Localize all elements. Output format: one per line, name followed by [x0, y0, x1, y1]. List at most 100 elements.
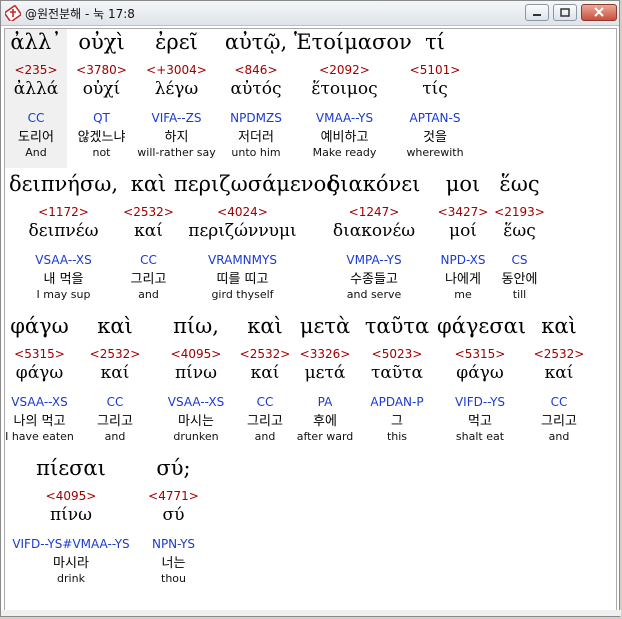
english-gloss: and: [138, 288, 159, 301]
interlinear-word[interactable]: ἐρεῖ <+3004> λέγω VIFA--ZS 하지 will-rather say: [135, 29, 218, 167]
close-button[interactable]: [581, 4, 617, 21]
strong-number: <3427>: [437, 205, 489, 219]
strong-number: <4024>: [217, 205, 268, 219]
english-gloss: and: [104, 430, 126, 443]
parse-code: VSAA--XS: [35, 253, 92, 267]
english-gloss: I have eaten: [5, 430, 74, 443]
lemma: τίς: [422, 79, 448, 99]
greek-word: καὶ: [130, 172, 167, 196]
korean-gloss: 하지: [164, 130, 189, 145]
parse-code: VIFA--ZS: [151, 111, 202, 125]
window-title: @원전분해 - 눅 17:8: [25, 7, 135, 21]
greek-word: δειπνήσω,: [8, 172, 119, 196]
parse-code: VSAA--XS: [167, 395, 225, 409]
lemma: φάγω: [456, 363, 504, 383]
strong-number: <1247>: [348, 205, 400, 219]
lemma: πίνω: [49, 505, 93, 525]
english-gloss: wherewith: [406, 146, 464, 159]
maximize-button[interactable]: [553, 4, 577, 21]
parse-code: NPN-YS: [151, 537, 196, 551]
korean-gloss: 먹고: [468, 414, 492, 429]
app-window: @원전분해 - 눅 17:8 ἀλλ᾽ <235> ἀλλά CC 도리어 And οὐχὶ…: [0, 0, 621, 617]
english-gloss: till: [512, 288, 527, 301]
greek-word: πίω,: [173, 314, 219, 338]
interlinear-word[interactable]: φάγω <5315> φάγω VSAA--XS 나의 먹고 I have eaten: [5, 313, 75, 451]
greek-word: περιζωσάμενος: [174, 172, 338, 196]
lemma: πίνω: [174, 363, 218, 383]
lemma: ἕως: [503, 221, 536, 241]
interlinear-word[interactable]: μετὰ <3326> μετά PA 후에 after ward: [293, 313, 357, 451]
interlinear-word[interactable]: καὶ <2532> καί CC 그리고 and: [237, 313, 293, 451]
minimize-button[interactable]: [525, 4, 549, 21]
maximize-icon: [560, 8, 570, 17]
interlinear-word[interactable]: ἀλλ᾽ <235> ἀλλά CC 도리어 And: [5, 29, 68, 167]
parse-code: CC: [256, 395, 274, 409]
parse-code: NPDMZS: [230, 111, 282, 125]
greek-word: ἀλλ᾽: [10, 30, 62, 54]
interlinear-word[interactable]: οὐχὶ <3780> οὐχί QT 않겠느냐 not: [68, 29, 135, 167]
lemma: δειπνέω: [28, 221, 99, 241]
interlinear-word[interactable]: δειπνήσω, <1172> δειπνέω VSAA--XS 내 먹을 I may …: [5, 171, 123, 309]
lemma: αὐτός: [230, 79, 282, 99]
interlinear-word[interactable]: καὶ <2532> καί CC 그리고 and: [75, 313, 155, 451]
strong-number: <+3004>: [146, 63, 207, 77]
interlinear-word[interactable]: καὶ <2532> καί CC 그리고 and: [523, 313, 595, 451]
greek-word: τί: [425, 30, 445, 54]
interlinear-word[interactable]: σύ; <4771> σύ NPN-YS 너는 thou: [138, 455, 209, 593]
interlinear-word[interactable]: αὐτῷ, <846> αὐτός NPDMZS 저더러 unto him: [218, 29, 294, 167]
korean-gloss: 나의 먹고: [13, 414, 66, 429]
interlinear-word[interactable]: διακόνει <1247> διακονέω VMPA--YS 수종들고 and se…: [311, 171, 437, 309]
korean-gloss: 나에게: [445, 272, 481, 287]
korean-gloss: 후에: [313, 414, 337, 429]
title-bar[interactable]: @원전분해 - 눅 17:8: [1, 1, 619, 26]
greek-word: διακόνει: [327, 172, 421, 196]
greek-word: ταῦτα: [364, 314, 430, 338]
korean-gloss: 너는: [161, 556, 186, 571]
parse-code: PA: [317, 395, 333, 409]
parse-code: QT: [93, 111, 110, 125]
interlinear-pane[interactable]: ἀλλ᾽ <235> ἀλλά CC 도리어 And οὐχὶ <3780> οὐχί QT 않겠느…: [4, 28, 617, 612]
korean-gloss: 그리고: [130, 272, 167, 287]
interlinear-word[interactable]: τί <5101> τίς APTAN-S 것을 wherewith: [395, 29, 475, 167]
lemma: ἀλλά: [13, 79, 59, 99]
greek-word: φάγεσαι: [437, 314, 527, 338]
english-gloss: Make ready: [312, 146, 377, 159]
interlinear-word[interactable]: ταῦτα <5023> ταῦτα APDAN-P 그 this: [357, 313, 437, 451]
lemma: διακονέω: [332, 221, 416, 241]
english-gloss: will-rather say: [137, 146, 216, 159]
english-gloss: after ward: [296, 430, 354, 443]
korean-gloss: 내 먹을: [43, 272, 84, 287]
strong-number: <5101>: [409, 63, 461, 77]
parse-code: APDAN-P: [370, 395, 424, 409]
korean-gloss: 마시는: [178, 414, 214, 429]
interlinear-word[interactable]: πίω, <4095> πίνω VSAA--XS 마시는 drunken: [155, 313, 237, 451]
english-gloss: me: [454, 288, 472, 301]
parse-code: VMPA--YS: [346, 253, 402, 267]
lemma: ἕτοιμος: [311, 79, 378, 99]
korean-gloss: 그리고: [97, 414, 133, 429]
strong-number: <235>: [14, 63, 58, 77]
parse-code: VMAA--YS: [315, 111, 374, 125]
strong-number: <846>: [234, 63, 278, 77]
interlinear-word[interactable]: καὶ <2532> καί CC 그리고 and: [123, 171, 174, 309]
interlinear-word[interactable]: πίεσαι <4095> πίνω VIFD--YS#VMAA--YS 마시라 drin…: [5, 455, 138, 593]
parse-code: CC: [550, 395, 568, 409]
interlinear-word[interactable]: περιζωσάμενος <4024> περιζώννυμι VRAMNMYS 띠를…: [174, 171, 338, 309]
status-strip: [1, 610, 621, 616]
interlinear-word[interactable]: φάγεσαι <5315> φάγω VIFD--YS 먹고 shalt eat: [437, 313, 527, 451]
interlinear-word[interactable]: μοι <3427> μοί NPD-XS 나에게 me: [437, 171, 489, 309]
korean-gloss: 띠를 띠고: [216, 272, 269, 287]
parse-code: VSAA--XS: [11, 395, 68, 409]
lemma: φάγω: [15, 363, 64, 383]
korean-gloss: 도리어: [18, 130, 54, 145]
interlinear-word[interactable]: ἕως <2193> ἕως CS 동안에 till: [489, 171, 550, 309]
strong-number: <2092>: [319, 63, 370, 77]
interlinear-word[interactable]: Ἑτοίμασον <2092> ἕτοιμος VMAA--YS 예비하고 Make r…: [294, 29, 412, 167]
parse-code: NPD-XS: [440, 253, 486, 267]
parse-code: VIFD--YS: [454, 395, 506, 409]
greek-word: ἐρεῖ: [155, 30, 198, 54]
english-gloss: and: [254, 430, 276, 443]
korean-gloss: 예비하고: [320, 130, 369, 145]
strong-number: <1172>: [38, 205, 89, 219]
lemma: μοί: [449, 221, 477, 241]
